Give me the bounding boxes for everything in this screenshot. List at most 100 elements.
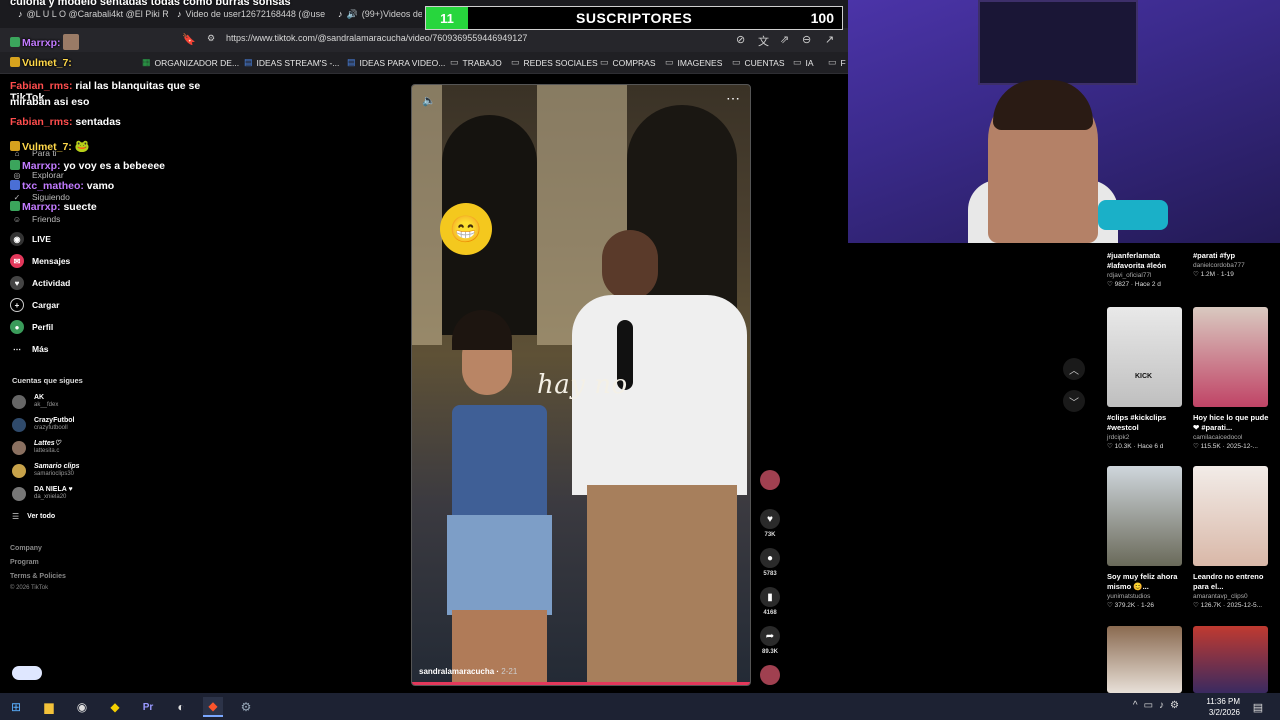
obs-icon[interactable]: ◉ <box>72 697 92 717</box>
bookmark-label: IA <box>805 57 814 68</box>
streamer-hair <box>993 80 1093 130</box>
followed-account[interactable]: DA NIELA ♥ da_xniela20 <box>12 486 73 501</box>
chat-username: Fabian_rms: <box>10 116 73 128</box>
bookmark-item[interactable]: ▦ ORGANIZADOR DE... <box>142 57 239 68</box>
subscriber-label: SUSCRIPTORES <box>576 10 693 26</box>
windows-start-icon[interactable]: ⊞ <box>6 697 26 717</box>
share-button[interactable]: ➦ 89.3K <box>760 626 780 655</box>
site-settings-icon[interactable]: ⚙ <box>207 33 215 44</box>
subscriber-goal: 100 <box>810 10 834 26</box>
sound-avatar[interactable] <box>760 665 780 685</box>
capcut-icon[interactable]: ◐ <box>171 697 191 717</box>
rec-thumbnail: KICK <box>1107 307 1182 407</box>
rec-item[interactable] <box>1107 626 1185 693</box>
volume-icon[interactable]: 🔈 <box>422 94 436 107</box>
bookmark-item[interactable]: ▭ IA <box>793 57 814 68</box>
premiere-icon[interactable]: Pr <box>138 697 158 717</box>
bookmark-item[interactable]: ▭ REDES SOCIALES <box>511 57 598 68</box>
brave-browser-icon[interactable]: ◆ <box>203 697 223 717</box>
browser-tab-active[interactable]: ♪ 🔊 (99+)Videos de <box>338 4 422 24</box>
author-avatar-button[interactable] <box>760 470 780 490</box>
footer-link[interactable]: Program <box>10 559 39 566</box>
rec-item[interactable]: Leandro no entreno para el... amarantavp… <box>1193 466 1271 609</box>
volume-icon: ♪ <box>1159 700 1171 711</box>
rec-item[interactable]: Hoy hice lo que pude ❤ #parati... camila… <box>1193 307 1271 450</box>
share-count: 89.3K <box>761 649 778 655</box>
nav-actividad[interactable]: ♥ Actividad <box>10 276 70 290</box>
rec-item[interactable] <box>1193 626 1271 693</box>
like-count: 73K <box>764 532 776 538</box>
speaker-icon: 🔊 <box>346 8 358 19</box>
more-icon: ⋯ <box>13 344 21 354</box>
wall <box>412 85 442 345</box>
bookmark-item[interactable]: ▭ TRABAJO <box>450 57 502 68</box>
streamer-microphone <box>1098 200 1168 230</box>
see-all-link[interactable]: ☰ Ver todo <box>12 512 55 521</box>
rec-item[interactable]: KICK #clips #kickclips #westcol jrdcipk2… <box>1107 307 1185 450</box>
followed-account[interactable]: AK ak__fdex <box>12 394 58 409</box>
comment-button[interactable]: ● 5783 <box>760 548 780 577</box>
rec-item[interactable]: #parati #fyp danielcordoba777 ♡ 1.2M · 1… <box>1193 251 1271 278</box>
taskbar-clock[interactable]: 11:36 PM 3/2/2026 <box>1206 696 1240 718</box>
nav-friends[interactable]: ☺ Friends <box>10 212 60 226</box>
bookmark-item[interactable]: ▭ F <box>828 57 846 68</box>
rec-thumbnail <box>1193 307 1268 407</box>
bookmark-item[interactable]: ▭ IMAGENES <box>665 57 722 68</box>
video-progress-bar[interactable] <box>412 682 750 685</box>
no-track-icon[interactable]: ⊘ <box>736 33 745 46</box>
nav-cargar[interactable]: + Cargar <box>10 298 59 312</box>
wall-poster <box>978 0 1138 85</box>
open-external-icon[interactable]: ⇗ <box>780 33 789 46</box>
bookmark-label: TRABAJO <box>462 57 502 68</box>
nav-mas[interactable]: ⋯ Más <box>10 342 49 356</box>
video-player[interactable]: 😁 hay no 🔈 ⋯ sandralamaracucha · 2-21 <box>411 84 751 686</box>
rec-author: rdjavi_oficial77l <box>1107 272 1152 279</box>
rec-stats: ♡ 115.5K · 2025-12-... <box>1193 443 1258 450</box>
more-options-icon[interactable]: ⋯ <box>726 90 740 107</box>
settings-icon[interactable]: ⚙ <box>236 697 256 717</box>
nav-live[interactable]: ◉ LIVE <box>10 232 51 246</box>
bookmarks-bar: ▦ ORGANIZADOR DE... ▤ IDEAS STREAM'S -... … <box>0 52 848 74</box>
video-author[interactable]: sandralamaracucha · 2-21 <box>419 667 517 676</box>
account-handle: samarioclips30 <box>34 471 75 477</box>
scroll-up-button[interactable]: ︿ <box>1063 358 1085 380</box>
emote-icon <box>63 34 80 50</box>
share-icon[interactable]: ↗ <box>825 33 834 46</box>
nav-mensajes[interactable]: ✉ Mensajes <box>10 254 70 268</box>
followed-account[interactable]: Lattes♡ lattesita.c <box>12 440 61 455</box>
rec-title: #clips #kickclips #westcol <box>1107 413 1167 432</box>
zoom-icon[interactable]: ⊖ <box>802 33 811 46</box>
notification-icon[interactable]: ▤ <box>1248 697 1268 717</box>
nav-perfil[interactable]: ● Perfil <box>10 320 53 334</box>
system-tray[interactable]: ^▭♪⚙ <box>1133 700 1185 711</box>
bookmark-icon[interactable]: 🔖 <box>182 33 196 46</box>
bookmark-item[interactable]: ▤ IDEAS STREAM'S -... <box>244 57 339 68</box>
like-button[interactable]: ♥ 73K <box>760 509 780 538</box>
chevron-down-icon: ﹀ <box>1069 397 1079 409</box>
bookmark-item[interactable]: ▭ CUENTAS <box>732 57 785 68</box>
save-button[interactable]: ▮ 4168 <box>760 587 780 616</box>
translate-icon[interactable]: 文 <box>758 33 769 49</box>
scroll-down-button[interactable]: ﹀ <box>1063 390 1085 412</box>
chat-username: Marrxp: <box>22 160 61 172</box>
windows-taskbar: ⊞ ▆ ◉ ◆ Pr ◐ ◆ ⚙ ^▭♪⚙ 11:36 PM 3/2/2026 … <box>0 693 1280 720</box>
rec-item[interactable]: Soy muy feliz ahora mismo 😊... yunimatst… <box>1107 466 1185 609</box>
notes-icon[interactable]: ◆ <box>105 697 125 717</box>
followed-account[interactable]: CrazyFutbol crazyfutbooll <box>12 417 74 432</box>
bookmark-label: ORGANIZADOR DE... <box>154 57 240 68</box>
toggle-switch[interactable] <box>12 666 42 680</box>
chat-username: Fabian_rms: <box>10 80 73 92</box>
rec-title: Hoy hice lo que pude ❤ #parati... <box>1193 413 1269 432</box>
rec-author: yunimatstudios <box>1107 593 1151 600</box>
emote-icon: 🐸 <box>74 139 90 153</box>
upload-icon: + <box>10 298 24 312</box>
footer-link[interactable]: Terms & Policies <box>10 573 66 580</box>
url-field[interactable]: https://www.tiktok.com/@sandralamaracuch… <box>226 33 527 43</box>
file-explorer-icon[interactable]: ▆ <box>39 697 59 717</box>
bookmark-item[interactable]: ▭ COMPRAS <box>600 57 656 68</box>
bookmark-item[interactable]: ▤ IDEAS PARA VIDEO... <box>347 57 445 68</box>
bookmark-label: CUENTAS <box>744 57 785 68</box>
rec-item[interactable]: #juanferlamata #lafavorita #león rdjavi_… <box>1107 251 1185 288</box>
followed-account[interactable]: Samario clips samarioclips30 <box>12 463 80 478</box>
footer-link[interactable]: Company <box>10 545 42 552</box>
